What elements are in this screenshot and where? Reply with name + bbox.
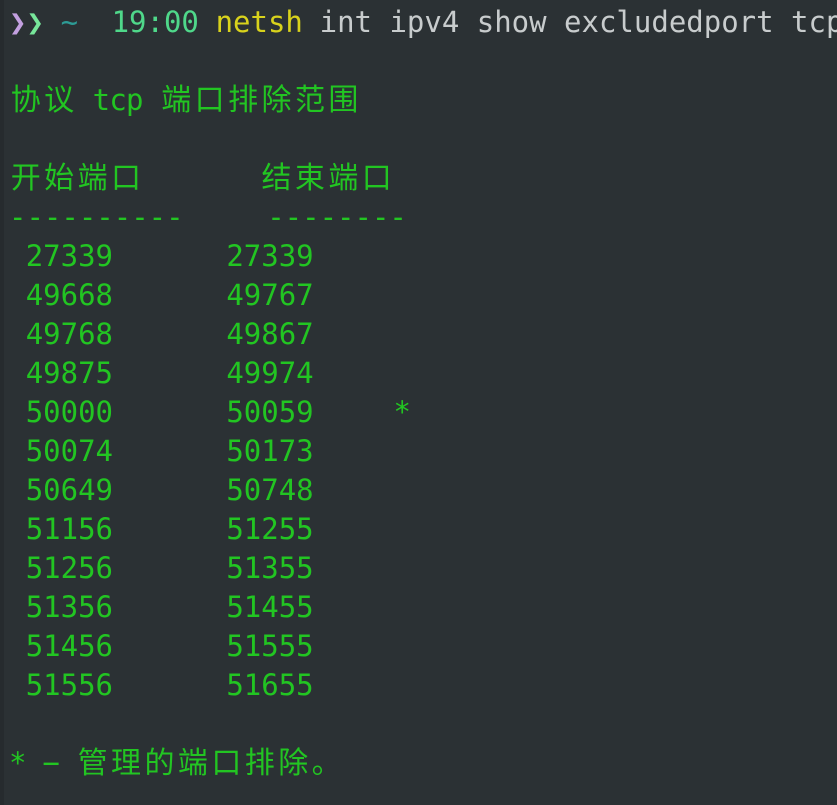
- output-title: 协议 tcp 端口排除范围: [9, 81, 837, 120]
- command-name: netsh: [215, 5, 303, 39]
- col2-rule: --------: [267, 200, 407, 234]
- col1-header-char-3: 端: [77, 161, 108, 196]
- footnote-char-3: 的: [144, 746, 175, 781]
- cell-start-port: 49875: [25, 356, 114, 390]
- table-row: 51156 51255: [9, 510, 837, 549]
- cell-start-port: 51356: [25, 590, 114, 624]
- title-char-4: 口: [194, 83, 225, 118]
- cell-start-port: 51256: [25, 551, 114, 585]
- cell-start-port: 51456: [25, 629, 114, 663]
- table-row: 50000 50059 *: [9, 393, 837, 432]
- col2-header-char-3: 端: [328, 161, 359, 196]
- title-proto-char-1: t: [92, 83, 111, 117]
- cell-end-port: 50173: [226, 434, 314, 468]
- table-row: 49768 49867: [9, 315, 837, 354]
- footnote: * − 管理的端口排除。: [9, 744, 837, 783]
- title-char-6: 除: [261, 83, 292, 118]
- table-row: 50649 50748: [9, 471, 837, 510]
- cell-end-port: 51355: [226, 551, 314, 585]
- cell-end-port: 27339: [226, 239, 314, 273]
- col1-header-char-4: 口: [111, 161, 142, 196]
- cell-end-port: 51655: [226, 668, 314, 702]
- title-char-2: 议: [44, 83, 75, 118]
- footnote-char-6: 排: [244, 746, 275, 781]
- table-separator-row: ---------- --------: [9, 198, 837, 237]
- table-row: 50074 50173: [9, 432, 837, 471]
- cell-start-port: 49768: [25, 317, 114, 351]
- table-row: 49668 49767: [9, 276, 837, 315]
- cell-end-port: 51255: [226, 512, 314, 546]
- cell-managed-flag: *: [393, 395, 411, 429]
- cell-end-port: 49767: [226, 278, 314, 312]
- prompt-chevron-right-icon: ❯: [26, 5, 44, 39]
- col1-header-char-2: 始: [44, 161, 75, 196]
- footnote-char-7: 除: [278, 746, 309, 781]
- cell-start-port: 49668: [25, 278, 114, 312]
- col1-header-char-1: 开: [10, 161, 41, 196]
- prompt-chevron-left-icon: ❯: [9, 5, 27, 39]
- cell-start-port: 27339: [25, 239, 114, 273]
- terminal-screen: ❯❯ ~19:00 netsh int ipv4 show excludedport …: [0, 0, 837, 783]
- table-row: 51556 51655: [9, 666, 837, 705]
- cell-start-port: 50000: [25, 395, 114, 429]
- col1-rule: ----------: [9, 200, 184, 234]
- table-header-row: 开始端口结束端口: [9, 159, 837, 198]
- table-row: 27339 27339: [9, 237, 837, 276]
- table-row: 51256 51355: [9, 549, 837, 588]
- terminal-window[interactable]: ❯❯ ~19:00 netsh int ipv4 show excludedport …: [0, 0, 837, 805]
- footnote-dash-icon: −: [42, 746, 60, 780]
- footnote-char-1: 管: [77, 746, 108, 781]
- cell-end-port: 49867: [226, 317, 314, 351]
- cell-end-port: 50059: [226, 395, 314, 429]
- cell-end-port: 50748: [226, 473, 314, 507]
- title-char-3: 端: [161, 83, 192, 118]
- title-proto-char-3: p: [126, 83, 144, 117]
- prompt-time: 19:00: [111, 5, 199, 39]
- cell-end-port: 51455: [226, 590, 314, 624]
- title-char-5: 排: [228, 83, 259, 118]
- col2-header-char-2: 束: [294, 161, 325, 196]
- terminal-left-gutter: [0, 0, 4, 805]
- footnote-char-5: 口: [211, 746, 242, 781]
- title-char-1: 协: [10, 83, 41, 118]
- table-body: 27339 27339 49668 49767 49768 49867 49875 49974…: [9, 237, 837, 705]
- footnote-marker: *: [9, 746, 27, 780]
- prompt-line: ❯❯ ~19:00 netsh int ipv4 show excludedport …: [9, 3, 837, 42]
- prompt-cwd: ~: [60, 5, 79, 39]
- command-arguments: int ipv4 show excludedport tcp: [319, 5, 837, 39]
- title-char-7: 范: [294, 83, 325, 118]
- cell-end-port: 49974: [226, 356, 314, 390]
- footnote-char-4: 端: [177, 746, 208, 781]
- cell-end-port: 51555: [226, 629, 314, 663]
- table-row: 51456 51555: [9, 627, 837, 666]
- cell-start-port: 51556: [25, 668, 114, 702]
- title-char-8: 围: [328, 83, 359, 118]
- col2-header-char-1: 结: [261, 161, 292, 196]
- cell-start-port: 50074: [25, 434, 114, 468]
- table-row: 49875 49974: [9, 354, 837, 393]
- col2-header-char-4: 口: [361, 161, 392, 196]
- cell-start-port: 50649: [25, 473, 114, 507]
- footnote-char-2: 理: [111, 746, 142, 781]
- table-row: 51356 51455: [9, 588, 837, 627]
- footnote-char-8: 。: [311, 746, 342, 781]
- cell-start-port: 51156: [25, 512, 114, 546]
- title-proto-char-2: c: [109, 83, 127, 117]
